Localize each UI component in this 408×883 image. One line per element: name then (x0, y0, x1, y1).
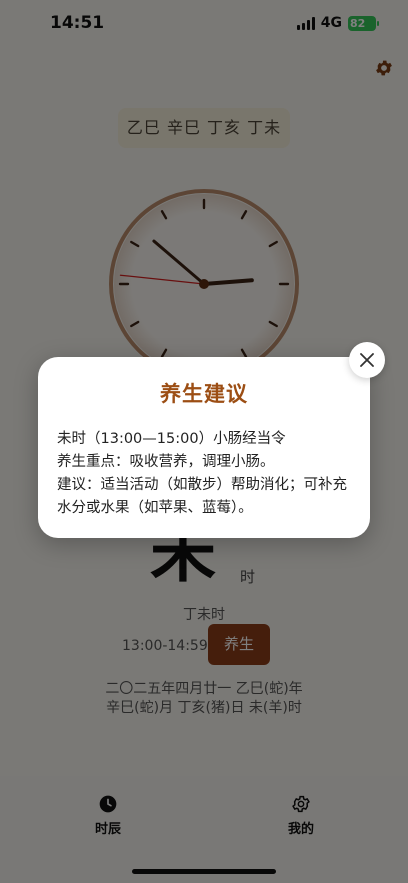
close-button[interactable] (349, 342, 385, 378)
modal-title: 养生建议 (160, 382, 248, 406)
advice-focus: 养生重点：吸收营养，调理小肠。 (57, 454, 275, 470)
close-icon (360, 353, 374, 367)
advice-meridian: 未时（13:00—15:00）小肠经当令 (57, 431, 286, 447)
advice-suggestion: 建议：适当活动（如散步）帮助消化；可补充水分或水果（如苹果、蓝莓）。 (57, 477, 347, 516)
health-advice-modal: 养生建议 未时（13:00—15:00）小肠经当令 养生重点：吸收营养，调理小肠… (38, 357, 370, 538)
modal-body: 未时（13:00—15:00）小肠经当令 养生重点：吸收营养，调理小肠。 建议：… (57, 428, 357, 520)
